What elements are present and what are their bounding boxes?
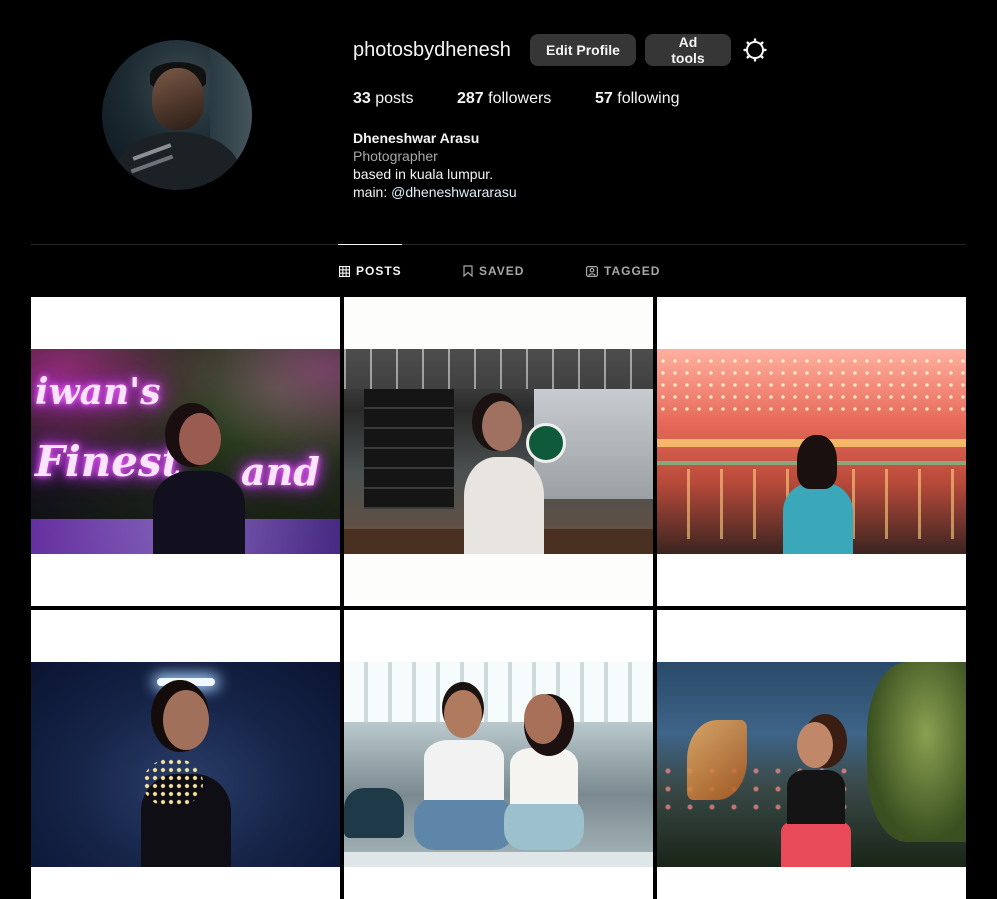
following-label: following [617, 90, 680, 107]
post-image: iwan's Finest and [31, 349, 340, 554]
following-count: 57 [595, 90, 613, 107]
following-stat[interactable]: 57 following [595, 90, 680, 108]
followers-label: followers [488, 90, 552, 107]
posts-label: posts [375, 90, 414, 107]
bio-full-name: Dheneshwar Arasu [353, 130, 480, 146]
post-image [344, 662, 653, 867]
bio-main-line: main: @dheneshwararasu [353, 183, 517, 201]
tabs-divider [31, 244, 966, 245]
bio-main-prefix: main: [353, 184, 392, 200]
tab-saved-label: SAVED [479, 264, 525, 278]
post-tile[interactable] [657, 610, 966, 899]
gear-icon[interactable] [743, 38, 767, 62]
post-tile[interactable] [31, 610, 340, 899]
post-tile[interactable]: iwan's Finest and [31, 297, 340, 606]
tab-posts-label: POSTS [356, 264, 402, 278]
post-image [657, 662, 966, 867]
posts-count: 33 [353, 90, 371, 107]
post-image [31, 662, 340, 867]
bio-main-handle-link[interactable]: @dheneshwararasu [391, 184, 517, 200]
bio-category: Photographer [353, 148, 438, 164]
tab-posts[interactable]: POSTS [339, 264, 402, 278]
post-tile[interactable] [344, 297, 653, 606]
active-tab-indicator [338, 244, 402, 245]
post-image [344, 349, 653, 554]
profile-bio: Dheneshwar Arasu Photographer based in k… [353, 129, 517, 201]
followers-count: 287 [457, 90, 484, 107]
post-image [657, 349, 966, 554]
bookmark-icon [463, 265, 473, 277]
tag-user-icon [586, 265, 598, 277]
posts-count-stat: 33 posts [353, 90, 414, 108]
post-tile[interactable] [344, 610, 653, 899]
profile-avatar[interactable] [102, 40, 252, 190]
tab-saved[interactable]: SAVED [463, 264, 524, 278]
tab-tagged[interactable]: TAGGED [586, 264, 660, 278]
tab-tagged-label: TAGGED [604, 264, 661, 278]
bio-text: based in kuala lumpur. [353, 166, 494, 182]
post-tile[interactable] [657, 297, 966, 606]
followers-stat[interactable]: 287 followers [457, 90, 551, 108]
ad-tools-button[interactable]: Ad tools [645, 34, 731, 66]
edit-profile-button[interactable]: Edit Profile [530, 34, 636, 66]
profile-username: photosbydhenesh [353, 39, 511, 61]
grid-icon [339, 265, 350, 277]
